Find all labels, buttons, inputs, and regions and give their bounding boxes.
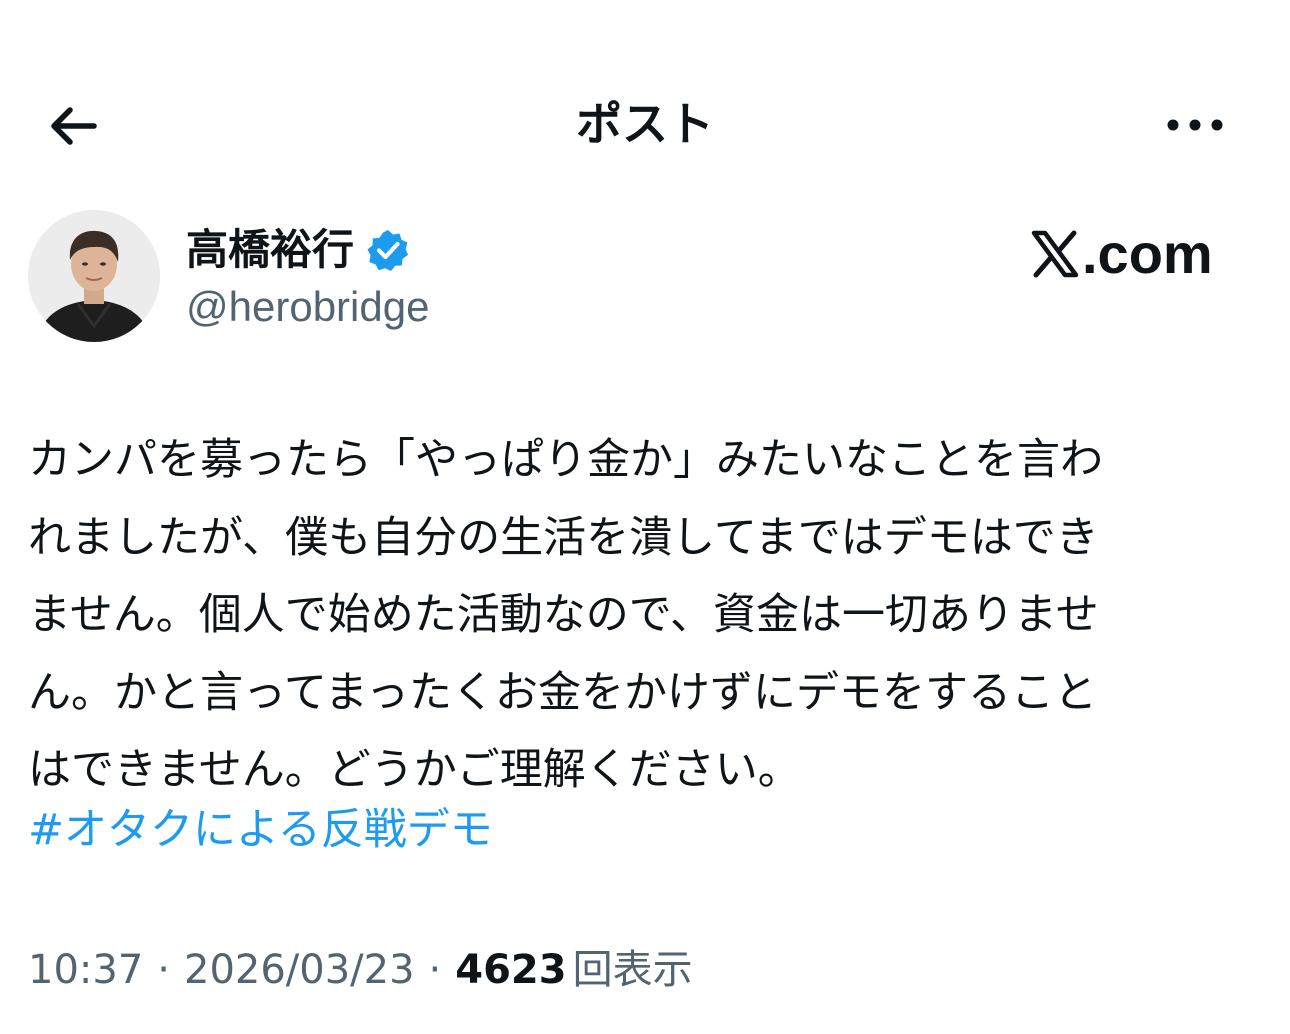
avatar[interactable] xyxy=(28,210,160,342)
x-logo-icon xyxy=(1031,230,1079,278)
post-text-line: カンパを募ったら「やっぱり金か」みたいなことを言わ xyxy=(28,435,1103,485)
brand-text: .com xyxy=(1082,222,1213,285)
brand-watermark: .com xyxy=(1030,222,1213,286)
meta-separator: · xyxy=(428,947,442,993)
author-name-row: 高橋裕行 xyxy=(186,220,410,280)
hashtag-link[interactable]: #オタクによる反戦デモ xyxy=(28,798,493,862)
post-text-line: れましたが、僕も自分の生活を潰してまではデモはでき xyxy=(28,512,1099,563)
post-body: カンパを募ったら「やっぱり金か」みたいなことを言わ れましたが、僕も自分の生活を… xyxy=(28,422,1248,810)
more-horizontal-icon xyxy=(1167,119,1223,131)
author-handle[interactable]: @herobridge xyxy=(186,280,429,334)
page-title: ポスト xyxy=(576,97,714,151)
views-label: 回表示 xyxy=(572,947,693,993)
post-date[interactable]: 2026/03/23 xyxy=(184,942,415,998)
meta-separator: · xyxy=(157,947,170,993)
post-text-line: ん。かと言ってまったくお金をかけずにデモをすること xyxy=(28,667,1097,718)
author-display-name[interactable]: 高橋裕行 xyxy=(186,220,354,280)
verified-badge-icon xyxy=(366,228,410,272)
more-options-button[interactable] xyxy=(1160,100,1230,150)
avatar-photo-icon xyxy=(28,210,160,342)
post-text-line: ません。個人で始めた活動なので、資金は一切ありませ xyxy=(28,590,1099,640)
post-meta: 10:37 · 2026/03/23 · 4623 回表示 xyxy=(28,942,693,998)
post-time[interactable]: 10:37 xyxy=(28,942,143,998)
views-count[interactable]: 4623 xyxy=(455,942,566,998)
